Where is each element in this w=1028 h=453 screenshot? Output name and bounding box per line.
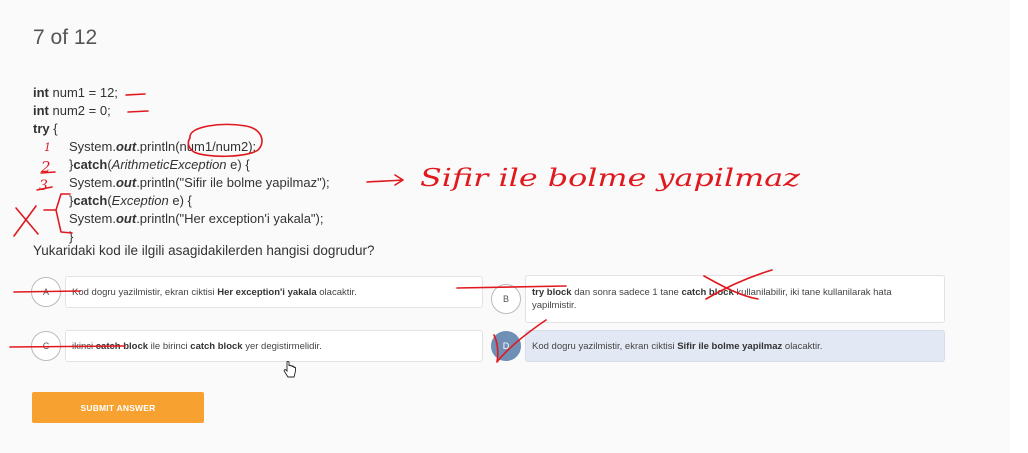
quiz-page: 7 of 12 int num1 = 12; int num2 = 0; try… (0, 0, 1010, 453)
code-keyword: try (33, 121, 50, 136)
option-d-radio[interactable]: D (491, 331, 521, 361)
code-line: }catch(ArithmeticException e) { (33, 156, 330, 174)
option-a[interactable]: A Kod dogru yazilmistir, ekran ciktisi H… (31, 276, 483, 308)
option-a-radio[interactable]: A (31, 277, 61, 307)
code-text: System. (69, 211, 116, 226)
code-text: System. (69, 139, 116, 154)
option-c[interactable]: C ikinci catch block ile birinci catch b… (31, 330, 483, 362)
code-keyword: int (33, 85, 49, 100)
code-text: ); (248, 139, 257, 154)
code-keyword: int (33, 103, 49, 118)
option-c-text[interactable]: ikinci catch block ile birinci catch blo… (65, 330, 483, 362)
option-text: ikinci (72, 340, 96, 352)
option-b-text[interactable]: try block dan sonra sadece 1 tane catch … (525, 275, 945, 323)
code-line: int num2 = 0; (33, 102, 330, 120)
code-line: try { (33, 120, 330, 138)
code-text: num2 = 0; (48, 103, 111, 118)
option-a-text[interactable]: Kod dogru yazilmistir, ekran ciktisi Her… (65, 276, 483, 308)
option-b[interactable]: B try block dan sonra sadece 1 tane catc… (491, 275, 945, 323)
option-text: Kod dogru yazilmistir, ekran ciktisi (532, 340, 678, 352)
option-bold: catch block (190, 340, 243, 352)
option-d-text[interactable]: Kod dogru yazilmistir, ekran ciktisi Sif… (525, 330, 945, 362)
code-text: .println("Her exception'i yakala"); (136, 211, 324, 226)
code-field: out (115, 175, 137, 190)
code-line: System.out.println("Sifir ile bolme yapi… (33, 174, 330, 192)
code-line: System.out.println("Her exception'i yaka… (33, 210, 330, 228)
option-bold: try block (532, 287, 572, 298)
option-text: Kod dogru yazilmistir, ekran ciktisi (72, 286, 218, 298)
code-type: ArithmeticException (111, 157, 227, 172)
question-text: Yukaridaki kod ile ilgili asagidakilerde… (33, 243, 375, 258)
code-field: out (115, 139, 137, 154)
code-keyword: catch (73, 157, 108, 172)
mouse-cursor-icon (283, 361, 296, 378)
option-text: olacaktir. (316, 286, 357, 298)
option-b-radio[interactable]: B (491, 284, 521, 314)
option-text: ile birinci (148, 340, 191, 352)
code-text: .println( (136, 139, 180, 154)
option-d[interactable]: D Kod dogru yazilmistir, ekran ciktisi S… (491, 330, 945, 362)
option-bold: catch block (95, 340, 149, 352)
code-text: { (49, 121, 58, 136)
code-block: int num1 = 12; int num2 = 0; try { Syste… (33, 84, 330, 246)
option-bold: Her exception'i yakala (217, 286, 317, 298)
code-text: e) { (226, 157, 250, 172)
option-c-radio[interactable]: C (31, 331, 61, 361)
question-counter: 7 of 12 (33, 26, 98, 49)
code-text: e) { (168, 193, 192, 208)
code-field: out (115, 211, 137, 226)
code-line: System.out.println(num1/num2); (33, 138, 330, 156)
code-text: System. (69, 175, 116, 190)
option-text: yer degistirmelidir. (242, 340, 322, 352)
option-text: olacaktir. (782, 340, 823, 352)
code-line: int num1 = 12; (33, 84, 330, 102)
code-text: .println("Sifir ile bolme yapilmaz"); (136, 175, 330, 190)
option-bold: catch block (681, 287, 734, 298)
code-keyword: catch (73, 193, 108, 208)
code-arg: num1/num2 (179, 139, 249, 154)
code-line: }catch(Exception e) { (33, 192, 330, 210)
code-text: num1 = 12; (48, 85, 118, 100)
code-type: Exception (111, 193, 169, 208)
option-bold: Sifir ile bolme yapilmaz (677, 340, 783, 352)
option-text: dan sonra sadece 1 tane (571, 287, 682, 298)
submit-answer-button[interactable]: SUBMIT ANSWER (32, 392, 204, 423)
